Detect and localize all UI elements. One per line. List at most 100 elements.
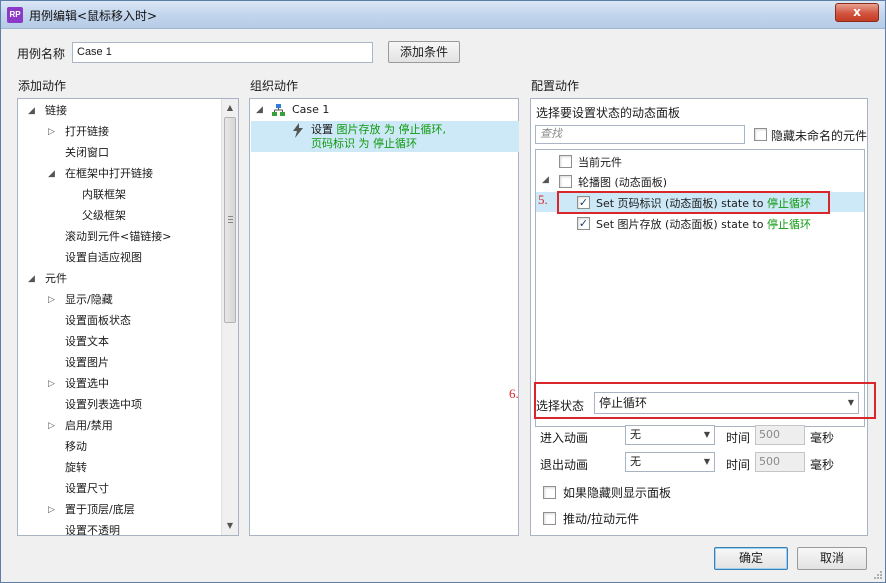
action-tree-item-label: 设置文本 [65, 335, 109, 348]
organize-action-tree: ◢ Case 1 设置 图片存放 为 停止循环, 页码标识 为 停止循环 [249, 98, 519, 536]
expand-open-icon[interactable]: ◢ [28, 101, 35, 121]
action-tree-item-label: 移动 [65, 440, 87, 453]
action-tree-item-label: 设置图片 [65, 356, 109, 369]
configure-action-header: 配置动作 [531, 79, 580, 93]
action-tree-item[interactable]: 父级框架 [18, 206, 218, 226]
add-action-header: 添加动作 [18, 79, 67, 93]
annotation-step-5: 5. [538, 192, 548, 207]
exit-time-label: 时间 [726, 458, 751, 472]
action-tree-item[interactable]: 内联框架 [18, 185, 218, 205]
action-tree-item[interactable]: 关闭窗口 [18, 143, 218, 163]
expand-open-icon[interactable]: ◢ [28, 269, 35, 289]
enter-time-input[interactable]: 500 [755, 425, 805, 445]
enter-animation-dropdown[interactable]: 无 ▼ [625, 425, 715, 445]
action-tree-item[interactable]: 滚动到元件<锚链接> [18, 227, 218, 247]
action-tree-item-label: 链接 [45, 104, 67, 117]
scroll-thumb[interactable] [224, 117, 236, 323]
expand-closed-icon[interactable]: ▷ [48, 500, 55, 520]
action-tree-item[interactable]: ▷ 打开链接 [18, 122, 218, 142]
resize-grip-icon[interactable] [873, 570, 883, 580]
lightning-action-icon [293, 123, 303, 138]
exit-time-input[interactable]: 500 [755, 452, 805, 472]
scroll-down-arrow-icon[interactable]: ▼ [222, 518, 238, 534]
action-tree-item-label: 设置自适应视图 [65, 251, 142, 264]
expand-closed-icon[interactable]: ▷ [48, 374, 55, 394]
configure-action-panel: 选择要设置状态的动态面板 查找 隐藏未命名的元件 当前元件 ◢ 轮播图 (动态面… [530, 98, 868, 536]
case-row[interactable]: ◢ Case 1 [256, 100, 516, 120]
close-window-button[interactable]: x [835, 3, 879, 22]
action-tree-item[interactable]: ◢ 链接 [18, 101, 218, 121]
enter-ms-label: 毫秒 [810, 431, 835, 445]
ok-button[interactable]: 确定 [714, 547, 788, 570]
expand-open-icon[interactable]: ◢ [256, 100, 263, 120]
cancel-button[interactable]: 取消 [797, 547, 867, 570]
action-tree-item[interactable]: 旋转 [18, 458, 218, 478]
action-tree-item-label: 启用/禁用 [65, 419, 113, 432]
action-tree-item[interactable]: 设置列表选中项 [18, 395, 218, 415]
action-tree-item-label: 内联框架 [82, 188, 126, 201]
annotation-box-step-6 [534, 382, 876, 419]
action-tree-item-label: 设置面板状态 [65, 314, 131, 327]
action-tree-item[interactable]: 移动 [18, 437, 218, 457]
action-tree-item[interactable]: ▷ 启用/禁用 [18, 416, 218, 436]
action-tree-item[interactable]: ▷ 设置选中 [18, 374, 218, 394]
enter-time-label: 时间 [726, 431, 751, 445]
action-tree-item-label: 置于顶层/底层 [65, 503, 135, 516]
scroll-up-arrow-icon[interactable]: ▲ [222, 100, 238, 116]
case-name-input[interactable]: Case 1 [72, 42, 373, 63]
expand-closed-icon[interactable]: ▷ [48, 122, 55, 142]
action-tree-item[interactable]: 设置尺寸 [18, 479, 218, 499]
axure-rp-app-icon: RP [7, 7, 23, 23]
use-case-editor-dialog: RP 用例编辑<鼠标移入时> x 用例名称 Case 1 添加条件 添加动作 组… [0, 0, 886, 583]
action-tree-item-label: 设置选中 [65, 377, 109, 390]
action-tree-item-label: 设置列表选中项 [65, 398, 142, 411]
action-tree-item[interactable]: 设置面板状态 [18, 311, 218, 331]
add-condition-button[interactable]: 添加条件 [388, 41, 460, 63]
hide-unnamed-label: 隐藏未命名的元件 [771, 129, 868, 143]
carousel-checkbox[interactable] [559, 175, 572, 188]
action-tree-item-label: 设置尺寸 [65, 482, 109, 495]
exit-ms-label: 毫秒 [810, 458, 835, 472]
action-description: 设置 图片存放 为 停止循环, 页码标识 为 停止循环 [311, 123, 446, 150]
expand-open-icon[interactable]: ◢ [48, 164, 55, 184]
action-tree-item-label: 设置不透明 [65, 524, 120, 536]
show-if-hidden-checkbox[interactable] [543, 486, 556, 499]
action-tree-item[interactable]: ▷ 显示/隐藏 [18, 290, 218, 310]
action-tree-item-label: 打开链接 [65, 125, 109, 138]
current-element-checkbox[interactable] [559, 155, 572, 168]
chevron-down-icon: ▼ [703, 430, 710, 439]
action-tree-item-label: 在框架中打开链接 [65, 167, 153, 180]
action-tree-item-label: 父级框架 [82, 209, 126, 222]
set-image-store-checkbox[interactable]: ✓ [577, 217, 590, 230]
action-tree-item[interactable]: ▷ 置于顶层/底层 [18, 500, 218, 520]
action-tree-item[interactable]: ◢ 在框架中打开链接 [18, 164, 218, 184]
annotation-step-6: 6. [509, 386, 519, 401]
add-action-tree: ◢ 链接 ▷ 打开链接关闭窗口 ◢ 在框架中打开链接内联框架父级框架滚动到元件<锚链接> 设… [17, 98, 239, 536]
expand-closed-icon[interactable]: ▷ [48, 290, 55, 310]
action-tree-item[interactable]: 设置图片 [18, 353, 218, 373]
push-pull-checkbox[interactable] [543, 512, 556, 525]
enter-animation-label: 进入动画 [540, 431, 589, 445]
action-tree-item-label: 滚动到元件<锚链接> [65, 230, 172, 243]
organize-action-header: 组织动作 [250, 79, 299, 93]
annotation-box-step-5 [557, 191, 830, 214]
action-tree-item[interactable]: 设置文本 [18, 332, 218, 352]
action-tree-item[interactable]: 设置不透明 [18, 521, 218, 536]
search-input[interactable]: 查找 [535, 125, 745, 144]
expand-open-icon[interactable]: ◢ [542, 175, 549, 185]
show-if-hidden-label: 如果隐藏则显示面板 [563, 486, 672, 500]
set-image-store-label: Set 图片存放 (动态面板) state to 停止循环 [596, 218, 812, 231]
case-tree-icon [272, 104, 285, 116]
action-tree-item[interactable]: 设置自适应视图 [18, 248, 218, 268]
carousel-label: 轮播图 (动态面板) [578, 176, 668, 189]
select-panel-prompt: 选择要设置状态的动态面板 [536, 106, 681, 120]
action-tree-item-label: 旋转 [65, 461, 87, 474]
hide-unnamed-checkbox[interactable] [754, 128, 767, 141]
action-tree-scrollbar[interactable]: ▲ ▼ [221, 99, 238, 535]
exit-animation-dropdown[interactable]: 无 ▼ [625, 452, 715, 472]
case-label: Case 1 [292, 103, 330, 116]
selected-action-row[interactable]: 设置 图片存放 为 停止循环, 页码标识 为 停止循环 [251, 121, 519, 152]
action-tree-item-label: 关闭窗口 [65, 146, 109, 159]
expand-closed-icon[interactable]: ▷ [48, 416, 55, 436]
action-tree-item[interactable]: ◢ 元件 [18, 269, 218, 289]
